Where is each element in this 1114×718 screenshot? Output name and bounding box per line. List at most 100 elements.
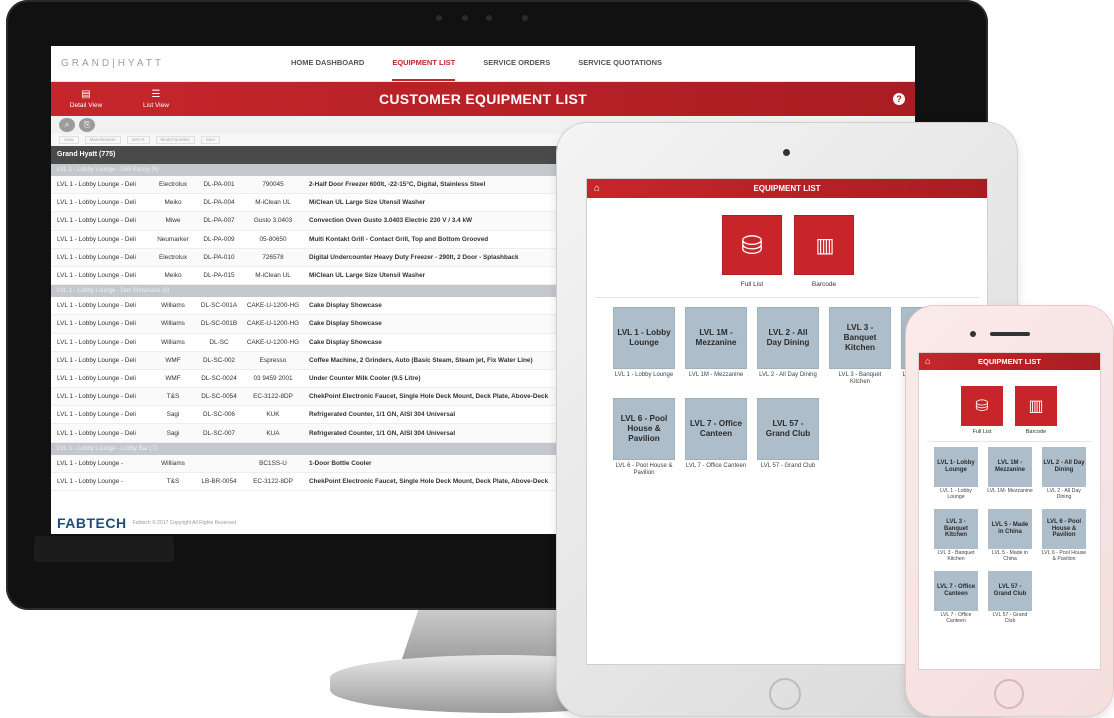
table-cell: DL-SC-001A — [200, 302, 238, 310]
table-cell: LVL 1 - Lobby Lounge - Deli — [57, 181, 136, 189]
location-tile-label: LVL 1M - Mezzanine — [988, 447, 1032, 487]
tablet-camera — [783, 149, 790, 156]
table-cell: DL-SC-0024 — [201, 374, 237, 382]
full-list-button[interactable]: ⛁ Full List — [722, 215, 782, 288]
location-tile[interactable]: LVL 57 - Grand Club LVL 57 - Grand Club — [987, 571, 1033, 631]
table-cell: WMF — [165, 374, 181, 382]
table-cell: WMF — [165, 356, 181, 364]
location-tile[interactable]: LVL 5 - Made in ChinaLVL 5 - Made in Chi… — [987, 509, 1033, 569]
home-icon[interactable]: ⌂ — [925, 353, 930, 370]
home-icon[interactable]: ⌂ — [594, 179, 600, 198]
table-cell: LVL 1 - Lobby Lounge - Deli — [57, 411, 136, 419]
database-icon: ⛁ — [961, 386, 1003, 426]
location-tile[interactable]: LVL 6 - Pool House & Pavilion LVL 6 - Poo… — [1041, 509, 1087, 569]
table-cell: M-iClean UL — [255, 199, 291, 207]
table-cell: Neumarker — [157, 235, 189, 243]
full-list-button[interactable]: ⛁ Full List — [961, 386, 1003, 435]
nav-item[interactable]: SERVICE ORDERS — [483, 46, 550, 81]
nav-item[interactable]: HOME DASHBOARD — [291, 46, 364, 81]
location-tile[interactable]: LVL 1M - Mezzanine LVL 1M - Mezzanine — [685, 307, 747, 394]
location-tile-label: LVL 57 - Grand Club — [988, 571, 1032, 611]
filter-input[interactable]: Item # — [127, 136, 150, 144]
divider — [927, 441, 1092, 442]
table-cell: T&S — [166, 393, 180, 401]
location-caption: LVL 1 - Lobby Lounge — [940, 488, 972, 500]
hotel-logo: GRAND|HYATT — [61, 58, 165, 69]
help-icon[interactable]: ? — [893, 93, 905, 105]
divider — [595, 297, 979, 298]
filter-input[interactable]: Manufacturer — [84, 136, 122, 144]
top-nav: GRAND|HYATT HOME DASHBOARD EQUIPMENT LIST… — [51, 46, 915, 82]
device-mockup-stage: GRAND|HYATT HOME DASHBOARD EQUIPMENT LIST… — [0, 0, 1114, 718]
table-cell: LVL 1 - Lobby Lounge - Deli — [57, 302, 136, 310]
nav-item[interactable]: EQUIPMENT LIST — [392, 46, 456, 81]
location-tile-label: LVL 2 - All Day Dining — [757, 307, 819, 369]
table-cell: KUA — [266, 429, 280, 437]
phone-location-grid: LVL 1- Lobby Lounge LVL 1 - Lobby Lounge L… — [933, 447, 1087, 631]
table-cell: Williams — [161, 459, 185, 467]
table-cell: DL-PA-007 — [203, 217, 235, 225]
location-tile[interactable]: LVL 6 - Pool House & Pavilion LVL 6 - Poo… — [613, 398, 675, 485]
filter-input[interactable]: Area — [59, 136, 79, 144]
tablet-home-button[interactable] — [769, 678, 801, 710]
location-caption: LVL 1M - Mezzanine — [688, 372, 744, 378]
table-cell: LVL 1 - Lobby Lounge - Deli — [57, 199, 136, 207]
table-cell: DL-PA-004 — [203, 199, 235, 207]
nav-item[interactable]: SERVICE QUOTATIONS — [578, 46, 662, 81]
search-icon[interactable]: ⌕ — [59, 118, 75, 132]
barcode-button[interactable]: ▥ Barcode — [1015, 386, 1057, 435]
export-icon[interactable]: ⎘ — [79, 118, 95, 132]
tablet-main-buttons: ⛁ Full List ▥ Barcode — [722, 215, 854, 288]
location-tile[interactable]: LVL 1- Lobby Lounge LVL 1 - Lobby Lounge — [933, 447, 979, 507]
location-tile[interactable]: LVL 57 - Grand Club LVL 57 - Grand Club — [757, 398, 819, 485]
table-cell: LVL 1 - Lobby Lounge - Deli — [57, 374, 136, 382]
location-tile[interactable]: LVL 3 - Banquet Kitchen LVL 3 - Banquet K… — [829, 307, 891, 394]
database-icon: ⛁ — [722, 215, 782, 275]
monitor-camera — [436, 13, 546, 23]
location-tile-label: LVL 1- Lobby Lounge — [934, 447, 978, 487]
table-cell: LVL 1 - Lobby Lounge - Deli — [57, 235, 136, 243]
location-tile[interactable]: LVL 7 - Office Canteen LVL 7 - Office Can… — [685, 398, 747, 485]
table-cell: DL-SC-006 — [203, 411, 235, 419]
page-title: CUSTOMER EQUIPMENT LIST — [378, 91, 588, 107]
location-tile[interactable]: LVL 1M - Mezzanine LVL 1M- Mezzanine — [987, 447, 1033, 507]
fabtech-logo: FABTECH — [57, 515, 127, 531]
table-cell: LB-BR-0054 — [201, 477, 237, 485]
table-cell: M-iClean UL — [255, 272, 291, 280]
table-cell: LVL 1 - Lobby Lounge - Deli — [57, 393, 136, 401]
phone-screen: ⌂ EQUIPMENT LIST ⛁ Full List ▥ Barcode L… — [918, 352, 1101, 670]
location-tile-label: LVL 1 - Lobby Lounge — [613, 307, 675, 369]
table-cell: Electrolux — [158, 181, 188, 189]
table-cell: DL-PA-015 — [203, 272, 235, 280]
table-cell: DL-SC-0054 — [201, 393, 237, 401]
location-caption: LVL 1M- Mezzanine — [987, 488, 1033, 494]
tablet-title-bar: ⌂ EQUIPMENT LIST — [587, 179, 987, 198]
table-cell: CAKE-U-1200-HG — [246, 338, 300, 346]
location-tile[interactable]: LVL 2 - All Day Dining LVL 2 - All Day Di… — [1041, 447, 1087, 507]
phone-camera — [970, 331, 976, 337]
filter-input[interactable]: Model Number — [155, 136, 196, 144]
location-caption: LVL 2 - All Day Dining — [759, 372, 817, 378]
table-cell: LVL 1 - Lobby Lounge - Deli — [57, 356, 136, 364]
location-tile[interactable]: LVL 7 - Office Canteen LVL 7 - Office Can… — [933, 571, 979, 631]
table-cell: BC1SS-U — [259, 459, 287, 467]
location-caption: LVL 3 - Banquet Kitchen — [937, 550, 975, 562]
location-tile[interactable]: LVL 1 - Lobby Lounge LVL 1 - Lobby Lounge — [613, 307, 675, 394]
location-caption: LVL 3 - Banquet Kitchen — [838, 372, 882, 386]
table-cell: DL-SC — [209, 338, 229, 346]
table-cell: T&S — [166, 477, 180, 485]
phone-home-button[interactable] — [994, 679, 1024, 709]
table-cell: Williams — [161, 302, 185, 310]
filter-input[interactable]: Item — [201, 136, 220, 144]
table-cell: DL-PA-009 — [203, 235, 235, 243]
main-menu: HOME DASHBOARD EQUIPMENT LIST SERVICE ORDE… — [291, 46, 662, 81]
location-tile[interactable]: LVL 2 - All Day Dining LVL 2 - All Day Di… — [757, 307, 819, 394]
location-caption: LVL 6 - Pool House & Pavilion — [615, 463, 673, 477]
location-tile[interactable]: LVL 3 - Banquet Kitchen LVL 3 - Banquet K… — [933, 509, 979, 569]
table-cell: Meiko — [164, 199, 182, 207]
barcode-button[interactable]: ▥ Barcode — [794, 215, 854, 288]
location-tile-label: LVL 7 - Office Canteen — [685, 398, 747, 460]
location-tile-label: LVL 7 - Office Canteen — [934, 571, 978, 611]
barcode-icon: ▥ — [794, 215, 854, 275]
table-cell: Williams — [161, 338, 185, 346]
